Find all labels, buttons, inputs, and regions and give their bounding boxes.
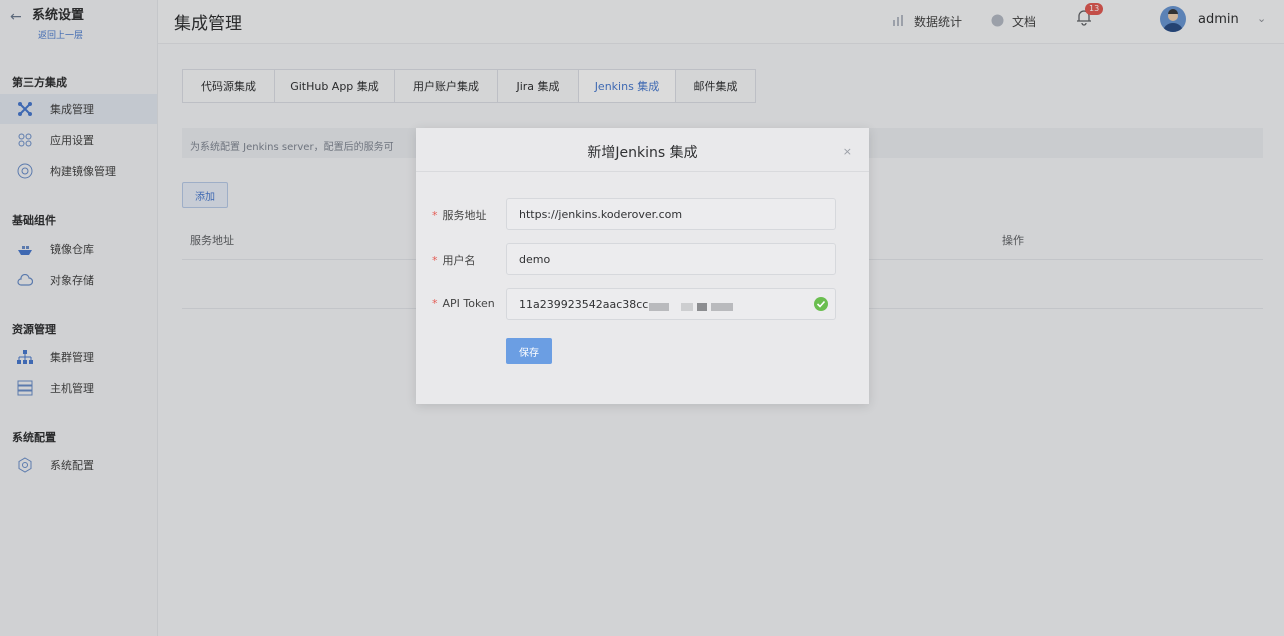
- token-label: * API Token: [432, 297, 495, 310]
- required-mark: *: [432, 254, 438, 267]
- username-label-text: 用户名: [442, 254, 476, 267]
- username-input[interactable]: demo: [506, 243, 836, 275]
- required-mark: *: [432, 297, 438, 310]
- redacted-block: [681, 303, 693, 311]
- address-label-text: 服务地址: [442, 209, 487, 222]
- close-icon[interactable]: ×: [843, 145, 852, 158]
- jenkins-dialog: 新增Jenkins 集成 × * 服务地址 https://jenkins.kod…: [416, 128, 869, 404]
- address-label: * 服务地址: [432, 207, 487, 223]
- address-input[interactable]: https://jenkins.koderover.com: [506, 198, 836, 230]
- username-label: * 用户名: [432, 252, 476, 268]
- token-label-text: API Token: [442, 297, 495, 310]
- redacted-block: [649, 303, 669, 311]
- dialog-header: 新增Jenkins 集成 ×: [416, 128, 869, 172]
- token-input[interactable]: 11a239923542aac38cc: [506, 288, 836, 320]
- required-mark: *: [432, 209, 438, 222]
- redacted-block: [697, 303, 707, 311]
- save-button[interactable]: 保存: [506, 338, 552, 364]
- check-circle-icon: [814, 297, 828, 311]
- dialog-title: 新增Jenkins 集成: [587, 145, 698, 161]
- token-value: 11a239923542aac38cc: [519, 298, 649, 311]
- redacted-block: [711, 303, 733, 311]
